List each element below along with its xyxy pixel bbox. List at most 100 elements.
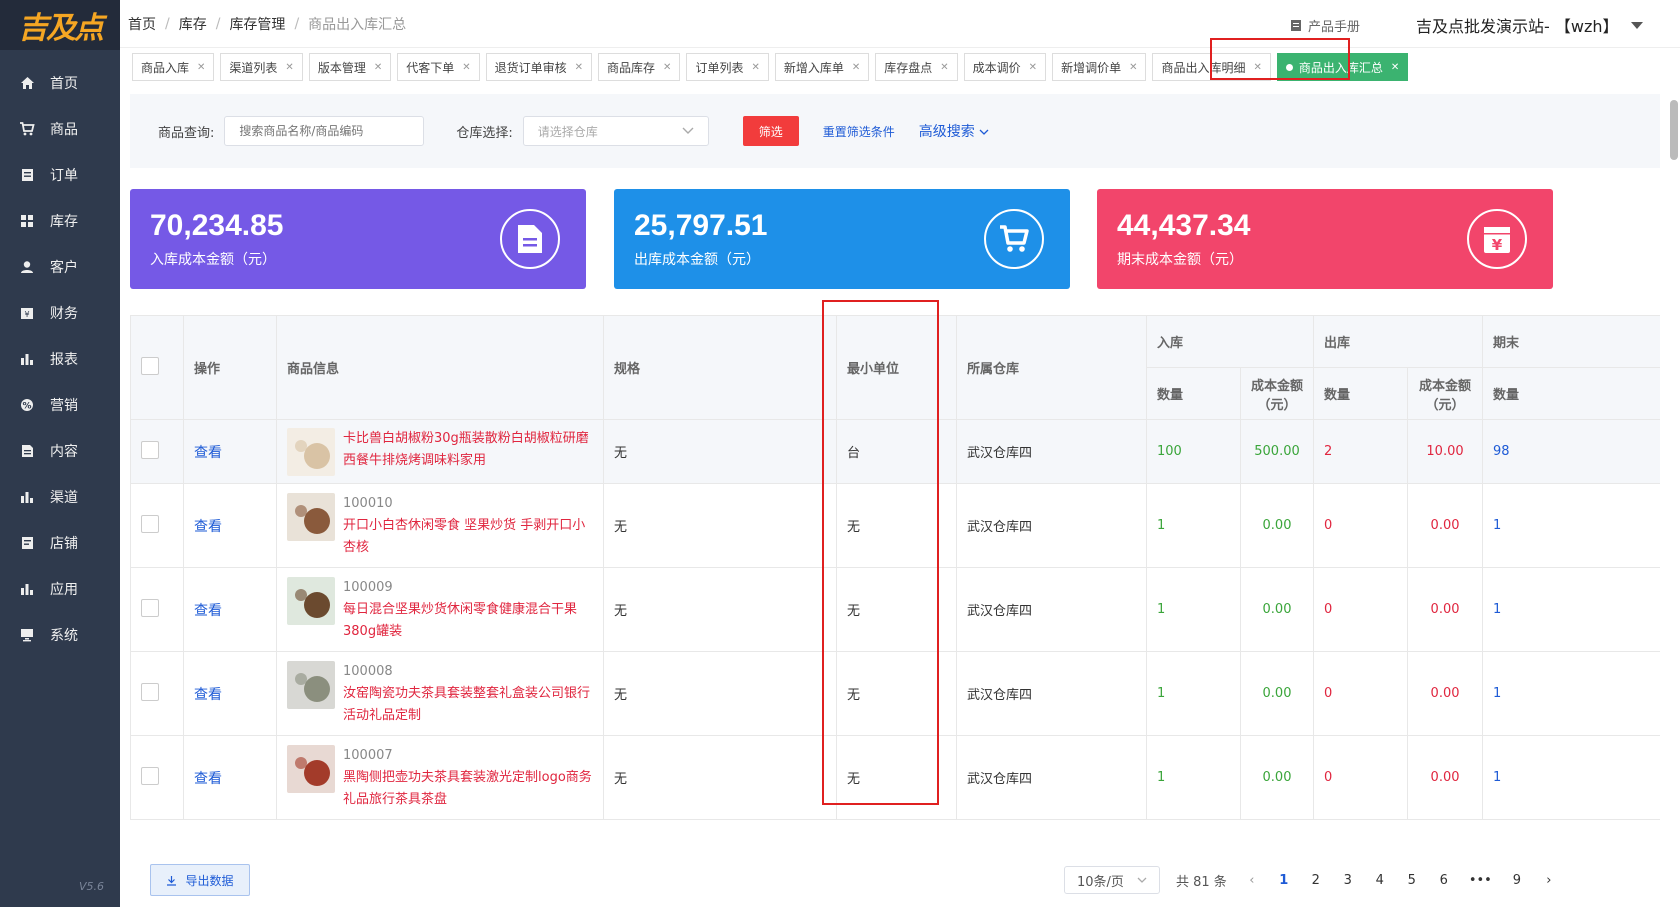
page-number[interactable]: 1 [1277,873,1291,888]
view-link[interactable]: 查看 [194,519,222,535]
tab-5[interactable]: 商品库存 ✕ [598,53,681,81]
sidebar-item-6[interactable]: 报表 [0,336,120,382]
breadcrumb-item: 商品出入库汇总 [308,16,407,33]
sidebar-item-10[interactable]: 店铺 [0,520,120,566]
view-link[interactable]: 查看 [194,603,222,619]
row-checkbox[interactable] [141,440,159,459]
scrollbar[interactable] [1670,100,1678,160]
prev-page-button[interactable]: ‹ [1245,873,1259,888]
breadcrumb-item[interactable]: 库存管理 [229,14,285,34]
page-number[interactable]: 2 [1309,873,1323,888]
view-link[interactable]: 查看 [194,687,222,703]
breadcrumb-item[interactable]: 首页 [128,14,156,34]
sidebar-item-4[interactable]: 客户 [0,244,120,290]
product-search-input[interactable] [224,116,425,146]
tab-0[interactable]: 商品入库 ✕ [132,53,215,81]
warehouse-select[interactable]: 请选择仓库 [522,116,709,146]
close-icon[interactable]: ✕ [462,62,470,73]
row-checkbox[interactable] [141,682,159,701]
table-footer: 导出数据 10条/页 共 81 条 ‹ 1 2 3 4 5 6 ••• 9 › [130,860,1660,900]
breadcrumb-item[interactable]: 库存 [179,14,207,34]
tab-label: 商品入库 [141,60,190,75]
sidebar-item-0[interactable]: 首页 [0,60,120,106]
tab-1[interactable]: 渠道列表 ✕ [220,53,303,81]
view-link[interactable]: 查看 [194,771,222,787]
close-icon[interactable]: ✕ [1029,62,1037,73]
tab-2[interactable]: 版本管理 ✕ [308,53,392,81]
product-thumbnail[interactable] [287,427,335,476]
advanced-search-link[interactable]: 高级搜索 [919,121,989,141]
close-icon[interactable]: ✕ [1129,62,1137,73]
product-name[interactable]: 汝窑陶瓷功夫茶具套装整套礼盒装公司银行活动礼品定制 [343,683,593,727]
tab-9[interactable]: 成本调价 ✕ [963,53,1047,81]
sidebar-item-5[interactable]: ¥ 财务 [0,290,120,336]
row-checkbox[interactable] [141,766,159,785]
page-number[interactable]: 4 [1373,873,1387,888]
sidebar-item-label: 库存 [50,214,78,230]
tab-4[interactable]: 退货订单审核 ✕ [485,53,593,81]
close-icon[interactable]: ✕ [852,62,860,73]
tab-10[interactable]: 新增调价单 ✕ [1052,53,1147,81]
product-name[interactable]: 每日混合坚果炒货休闲零食健康混合干果380g罐装 [343,599,593,643]
close-icon[interactable]: ✕ [1391,62,1399,73]
breadcrumb-separator: / [165,15,170,32]
sidebar-item-12[interactable]: 系统 [0,612,120,658]
summary-card: 25,797.51 出库成本金额（元） [614,189,1070,289]
sidebar-item-3[interactable]: 库存 [0,198,120,244]
out-qty-cell: 0 [1313,651,1409,736]
export-button[interactable]: 导出数据 [150,864,250,896]
product-thumbnail[interactable] [287,576,335,625]
product-name[interactable]: 开口小白杏休闲零食 坚果炒货 手剥开口小杏核 [343,515,593,559]
sidebar-item-label: 报表 [50,352,78,368]
sidebar-item-1[interactable]: 商品 [0,106,120,152]
col-header-end: 期末 [1482,315,1660,368]
product-thumbnail[interactable] [287,660,335,709]
sidebar-item-2[interactable]: 订单 [0,152,120,198]
col-header-unit: 最小单位 [836,315,957,420]
sidebar-item-8[interactable]: 内容 [0,428,120,474]
page-size-select[interactable]: 10条/页 [1064,866,1160,894]
tab-8[interactable]: 库存盘点 ✕ [875,53,958,81]
filter-button[interactable]: 筛选 [742,116,799,146]
page-number[interactable]: ••• [1469,873,1492,888]
close-icon[interactable]: ✕ [940,62,948,73]
page-number[interactable]: 6 [1437,873,1451,888]
select-all-checkbox[interactable] [141,356,159,375]
close-icon[interactable]: ✕ [1253,62,1261,73]
close-icon[interactable]: ✕ [197,62,205,73]
view-link[interactable]: 查看 [194,445,222,461]
sidebar-item-9[interactable]: 渠道 [0,474,120,520]
tab-7[interactable]: 新增入库单 ✕ [774,53,870,81]
close-icon[interactable]: ✕ [374,62,382,73]
page-number[interactable]: 9 [1510,873,1524,888]
page-number[interactable]: 5 [1405,873,1419,888]
download-icon [167,875,177,886]
tab-11[interactable]: 商品出入库明细 ✕ [1152,53,1271,81]
product-name[interactable]: 卡比兽白胡椒粉30g瓶装散粉白胡椒粒研磨西餐牛排烧烤调味料家用 [343,428,593,472]
tab-3[interactable]: 代客下单 ✕ [397,53,480,81]
close-icon[interactable]: ✕ [663,62,671,73]
product-thumbnail[interactable] [287,492,335,541]
close-icon[interactable]: ✕ [575,62,583,73]
sidebar-item-7[interactable]: % 营销 [0,382,120,428]
tab-bar: 商品入库 ✕ 渠道列表 ✕ 版本管理 ✕ 代客下单 ✕ 退货订单审核 ✕ 商品库存 ✕ 订单列表 ✕ 新增入… [132,53,1414,81]
reset-filter-link[interactable]: 重置筛选条件 [823,123,895,140]
user-menu[interactable]: 吉及点批发演示站- 【wzh】 [1416,13,1643,37]
product-name[interactable]: 黑陶侧把壶功夫茶具套装激光定制logo商务礼品旅行茶具茶盘 [343,767,593,811]
product-manual-link[interactable]: 产品手册 [1290,16,1360,35]
tab-6[interactable]: 订单列表 ✕ [686,53,769,81]
tab-12[interactable]: 商品出入库汇总 ✕ [1276,53,1409,81]
close-icon[interactable]: ✕ [751,62,759,73]
bar-chart-icon [18,488,36,506]
close-icon[interactable]: ✕ [285,62,293,73]
product-thumbnail[interactable] [287,744,335,793]
sidebar-item-label: 财务 [50,306,78,322]
row-checkbox[interactable] [141,598,159,617]
page-number[interactable]: 3 [1341,873,1355,888]
col-header-in-qty: 数量 [1146,367,1241,420]
next-page-button[interactable]: › [1542,873,1556,888]
logo[interactable]: 吉及点 [0,0,120,50]
row-checkbox[interactable] [141,514,159,533]
sidebar-item-11[interactable]: 应用 [0,566,120,612]
store-icon [18,534,36,552]
